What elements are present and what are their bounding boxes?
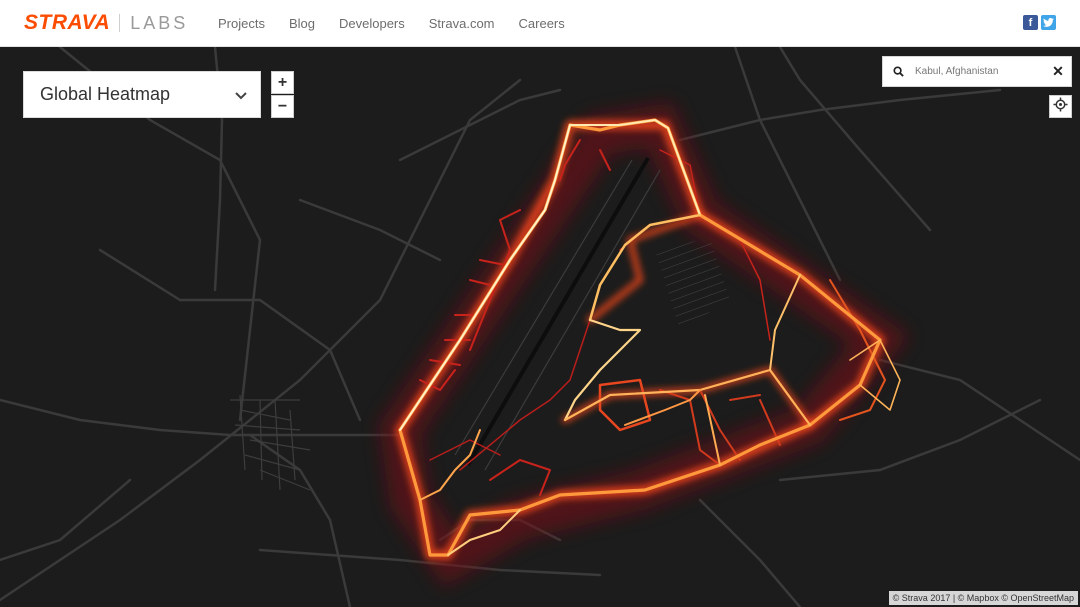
social-links: f	[1023, 15, 1056, 30]
map-style-dropdown[interactable]: Global Heatmap	[23, 71, 261, 118]
zoom-out-button[interactable]: −	[271, 95, 294, 118]
nav-projects[interactable]: Projects	[218, 16, 265, 31]
twitter-icon[interactable]	[1041, 15, 1056, 30]
clear-search-button[interactable]: ✕	[1045, 63, 1071, 80]
logo-sub-text: LABS	[130, 12, 189, 33]
facebook-icon[interactable]: f	[1023, 15, 1038, 30]
search-icon	[883, 66, 913, 77]
top-navigation-bar: STRAVA LABS Projects Blog Developers Str…	[0, 0, 1080, 47]
strava-labs-logo[interactable]: STRAVA LABS	[24, 11, 189, 34]
zoom-controls: + −	[271, 71, 294, 118]
nav-blog[interactable]: Blog	[289, 16, 315, 31]
main-nav: Projects Blog Developers Strava.com Care…	[218, 16, 589, 31]
map-attribution[interactable]: © Strava 2017 | © Mapbox © OpenStreetMap	[888, 591, 1078, 605]
zoom-in-button[interactable]: +	[271, 71, 294, 94]
crosshair-icon	[1053, 96, 1068, 117]
nav-developers[interactable]: Developers	[339, 16, 405, 31]
location-search: ✕	[882, 56, 1072, 87]
heatmap-canvas[interactable]: © Strava 2017 | © Mapbox © OpenStreetMap	[0, 47, 1080, 607]
logo-divider	[119, 14, 121, 32]
search-input[interactable]	[913, 65, 1045, 78]
heatmap-svg	[0, 47, 1080, 607]
locate-me-button[interactable]	[1049, 95, 1072, 118]
nav-careers[interactable]: Careers	[519, 16, 565, 31]
chevron-down-icon	[222, 87, 260, 103]
nav-strava-com[interactable]: Strava.com	[429, 16, 495, 31]
map-style-label: Global Heatmap	[40, 84, 171, 104]
logo-brand-text: STRAVA	[24, 11, 111, 34]
